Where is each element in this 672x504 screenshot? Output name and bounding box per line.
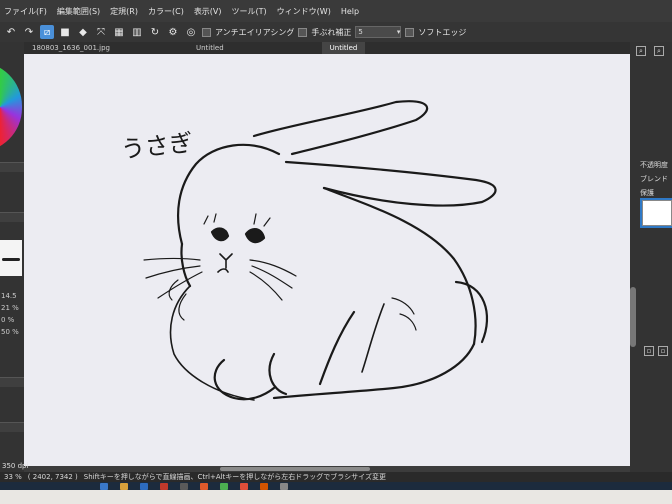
target-icon[interactable]: ◎ [184,25,198,39]
menu-window[interactable]: ウィンドウ(W) [277,6,331,17]
drawing-canvas[interactable]: うさぎ [24,54,630,472]
new-layer-icon[interactable]: ▫ [644,346,654,356]
protect-label: 保護 [640,189,654,197]
menu-color[interactable]: カラー(C) [148,6,184,17]
toolbar: ↶ ↷ ⧄ ■ ◆ ⤧ ▦ ▥ ↻ ⚙ ◎ アンチエイリアシング 手ぶれ補正 5… [0,22,672,42]
right-panel: ⌕ ⌕ 不透明度 ブレンド 保護 ▫ ▫ [630,42,672,490]
monitor-bezel [0,490,672,504]
handwritten-label: うさぎ [120,129,195,164]
panel-header[interactable] [0,377,24,387]
brush-size-value: 14.5 [1,292,17,300]
undo-icon[interactable]: ↶ [4,25,18,39]
brush-stroke [2,258,20,261]
taskbar-app-icon[interactable] [280,482,288,490]
antialias-checkbox[interactable] [202,27,211,37]
opacity-label: 不透明度 [640,161,668,169]
stabilizer-checkbox[interactable] [298,27,308,37]
antialias-label: アンチエイリアシング [215,27,295,37]
deselect-icon[interactable]: ⧄ [40,25,54,39]
taskbar-app-icon[interactable] [220,482,228,490]
grid-icon[interactable]: ▦ [112,25,126,39]
resolution-readout: 350 dpi [2,462,29,470]
taskbar-app-icon[interactable] [160,482,168,490]
taskbar-app-icon[interactable] [120,482,128,490]
brush-param-value: 0 % [1,316,15,324]
scrollbar-thumb[interactable] [220,467,370,471]
status-bar: 33 % ( 2402, 7342 ) Shiftキーを押しながらで直線描画、C… [0,472,672,482]
rabbit-sketch: うさぎ [120,100,497,401]
soft-edge-label: ソフトエッジ [418,27,467,37]
settings-icon[interactable]: ⚙ [166,25,180,39]
zoom-readout: 33 % [4,473,22,481]
search-icon[interactable]: ⌕ [636,46,646,56]
cursor-coords: ( 2402, 7342 ) [27,473,78,481]
menu-help[interactable]: Help [341,7,359,16]
taskbar-app-icon[interactable] [100,482,108,490]
panel-header[interactable] [0,212,24,222]
taskbar-app-icon[interactable] [200,482,208,490]
taskbar-app-icon[interactable] [260,482,268,490]
taskbar-app-icon[interactable] [240,482,248,490]
menu-bar: ファイル(F) 編集範囲(S) 定規(R) カラー(C) 表示(V) ツール(T… [0,0,672,22]
tab-untitled[interactable]: Untitled [188,42,232,54]
tab-untitled-active[interactable]: Untitled [321,42,366,54]
transform-icon[interactable]: ⤧ [94,25,108,39]
zoom-icon[interactable]: ⌕ [654,46,664,56]
menu-selection[interactable]: 編集範囲(S) [57,6,100,17]
chevron-down-icon: ▾ [396,28,401,36]
copy-layer-icon[interactable]: ▫ [658,346,668,356]
taskbar-app-icon[interactable] [180,482,188,490]
vertical-scrollbar[interactable] [630,287,636,347]
monitor-screen: ファイル(F) 編集範囲(S) 定規(R) カラー(C) 表示(V) ツール(T… [0,0,672,490]
square-select-icon[interactable]: ■ [58,25,72,39]
stabilizer-select[interactable]: 5 ▾ [355,26,402,38]
left-panel: 14.5 21 % 0 % 50 % [0,42,24,472]
status-hint: Shiftキーを押しながらで直線描画、Ctrl+Altキーを押しながら左右ドラッ… [83,473,386,481]
panel-header[interactable] [0,162,24,172]
document-tabs: 180803_1636_001.jpg Untitled Untitled [24,42,630,54]
soft-edge-checkbox[interactable] [405,27,415,37]
triangle-icon[interactable]: ◆ [76,25,90,39]
rotate-icon[interactable]: ↻ [148,25,162,39]
hatch-icon[interactable]: ▥ [130,25,144,39]
stabilizer-value: 5 [358,28,363,36]
os-taskbar [0,482,672,490]
panel-header[interactable] [0,422,24,432]
brush-preview[interactable] [0,240,22,276]
menu-file[interactable]: ファイル(F) [4,6,47,17]
blend-label: ブレンド [640,175,668,183]
redo-icon[interactable]: ↷ [22,25,36,39]
taskbar-app-icon[interactable] [140,482,148,490]
menu-view[interactable]: 表示(V) [194,6,222,17]
color-wheel[interactable] [0,62,22,152]
tab-photo[interactable]: 180803_1636_001.jpg [24,42,118,54]
layer-thumbnail[interactable] [642,200,672,226]
brush-density-value: 21 % [1,304,19,312]
brush-param-value: 50 % [1,328,19,336]
menu-ruler[interactable]: 定規(R) [110,6,138,17]
stabilizer-label: 手ぶれ補正 [311,27,352,37]
menu-tools[interactable]: ツール(T) [232,6,267,17]
